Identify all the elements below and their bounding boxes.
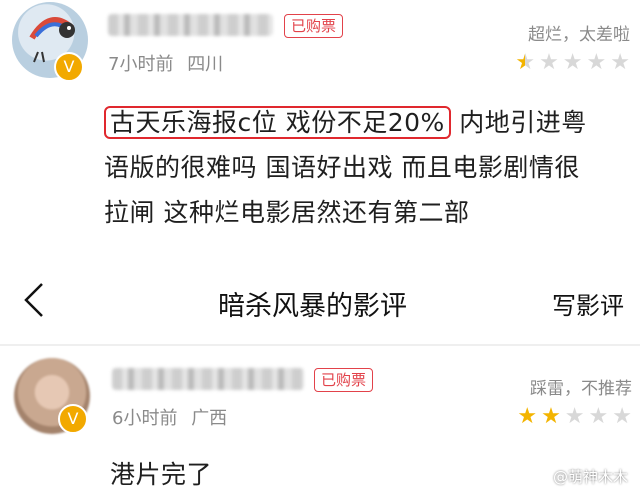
review-text: 港片完了 (110, 460, 213, 489)
purchased-ticket-badge: 已购票 (314, 368, 374, 392)
star-icon: ★ (586, 50, 607, 75)
star-icon: ★ (588, 404, 609, 429)
star-rating: ★ ★ ★ ★ ★ (517, 406, 632, 428)
star-icon: ★ (517, 404, 538, 429)
page-title: 暗杀风暴的影评 (218, 291, 407, 322)
review-meta: 7小时前 四川 (108, 50, 223, 76)
watermark: @萌神木木 (552, 468, 628, 486)
star-rating: ★ ★ ★ ★ ★ (515, 52, 630, 74)
write-review-button[interactable]: 写影评 (552, 286, 624, 321)
star-icon: ★ (612, 404, 632, 429)
review-line-1-rest: 内地引进粤 (459, 108, 587, 137)
star-icon: ★ (515, 50, 536, 75)
review-line-1: 古天乐海报c位 戏份不足20% 内地引进粤 (104, 100, 634, 145)
review-meta: 6小时前 广西 (112, 404, 227, 430)
review-line-3: 拉闸 这种烂电影居然还有第二部 (104, 198, 470, 227)
highlighted-text: 古天乐海报c位 戏份不足20% (104, 106, 451, 139)
vip-v-icon: V (58, 404, 88, 434)
review-time: 6小时前 (112, 408, 178, 429)
star-icon: ★ (564, 404, 585, 429)
review-location: 四川 (187, 54, 224, 75)
rating-label: 踩雷，不推荐 (530, 379, 632, 399)
star-icon: ★ (610, 50, 630, 75)
review-time: 7小时前 (108, 54, 174, 75)
username-blurred[interactable] (112, 368, 304, 390)
rating-label: 超烂，太差啦 (528, 25, 630, 45)
back-chevron-icon[interactable] (22, 282, 46, 322)
star-icon: ★ (562, 50, 583, 75)
vip-v-icon: V (54, 52, 84, 82)
review-text: 古天乐海报c位 戏份不足20% 内地引进粤 语版的很难吗 国语好出戏 而且电影剧… (104, 100, 634, 235)
review-line-2: 语版的很难吗 国语好出戏 而且电影剧情很 (104, 153, 580, 182)
divider (0, 344, 640, 346)
purchased-ticket-badge: 已购票 (284, 14, 344, 38)
review-location: 广西 (191, 408, 228, 429)
username-blurred[interactable] (108, 14, 273, 36)
star-icon: ★ (541, 404, 561, 429)
star-icon: ★ (539, 50, 559, 75)
